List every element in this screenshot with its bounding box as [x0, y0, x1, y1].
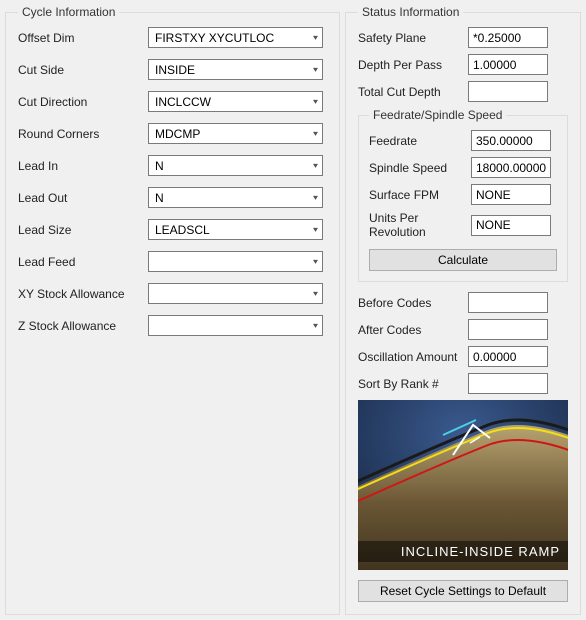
- sort-by-rank-label: Sort By Rank #: [358, 377, 468, 391]
- surface-fpm-input[interactable]: [471, 184, 551, 205]
- round-corners-label: Round Corners: [18, 127, 148, 141]
- cycle-information-legend: Cycle Information: [18, 5, 119, 19]
- spindle-speed-input[interactable]: [471, 157, 551, 178]
- safety-plane-label: Safety Plane: [358, 31, 468, 45]
- xy-stock-select[interactable]: [148, 283, 323, 304]
- cycle-information-group: Cycle Information Offset Dim FIRSTXY XYC…: [5, 5, 340, 615]
- spindle-speed-label: Spindle Speed: [369, 161, 471, 175]
- lead-out-label: Lead Out: [18, 191, 148, 205]
- units-per-rev-input[interactable]: [471, 215, 551, 236]
- lead-feed-label: Lead Feed: [18, 255, 148, 269]
- after-codes-input[interactable]: [468, 319, 548, 340]
- z-stock-select[interactable]: [148, 315, 323, 336]
- reset-cycle-button[interactable]: Reset Cycle Settings to Default: [358, 580, 568, 602]
- z-stock-label: Z Stock Allowance: [18, 319, 148, 333]
- cut-direction-select[interactable]: INCLCCW: [148, 91, 323, 112]
- oscillation-input[interactable]: [468, 346, 548, 367]
- status-information-legend: Status Information: [358, 5, 463, 19]
- feedrate-label: Feedrate: [369, 134, 471, 148]
- sort-by-rank-input[interactable]: [468, 373, 548, 394]
- feedrate-input[interactable]: [471, 130, 551, 151]
- depth-per-pass-label: Depth Per Pass: [358, 58, 468, 72]
- xy-stock-label: XY Stock Allowance: [18, 287, 148, 301]
- feedrate-spindle-legend: Feedrate/Spindle Speed: [369, 108, 506, 122]
- total-cut-depth-input[interactable]: [468, 81, 548, 102]
- offset-dim-select[interactable]: FIRSTXY XYCUTLOC: [148, 27, 323, 48]
- round-corners-select[interactable]: MDCMP: [148, 123, 323, 144]
- lead-size-select[interactable]: LEADSCL: [148, 219, 323, 240]
- lead-out-select[interactable]: N: [148, 187, 323, 208]
- before-codes-input[interactable]: [468, 292, 548, 313]
- surface-fpm-label: Surface FPM: [369, 188, 471, 202]
- lead-size-label: Lead Size: [18, 223, 148, 237]
- cut-side-label: Cut Side: [18, 63, 148, 77]
- feedrate-spindle-group: Feedrate/Spindle Speed Feedrate Spindle …: [358, 108, 568, 282]
- oscillation-label: Oscillation Amount: [358, 350, 468, 364]
- lead-in-label: Lead In: [18, 159, 148, 173]
- depth-per-pass-input[interactable]: [468, 54, 548, 75]
- status-information-group: Status Information Safety Plane Depth Pe…: [345, 5, 581, 615]
- offset-dim-label: Offset Dim: [18, 31, 148, 45]
- calculate-button[interactable]: Calculate: [369, 249, 557, 271]
- lead-feed-select[interactable]: [148, 251, 323, 272]
- cut-direction-label: Cut Direction: [18, 95, 148, 109]
- total-cut-depth-label: Total Cut Depth: [358, 85, 468, 99]
- after-codes-label: After Codes: [358, 323, 468, 337]
- before-codes-label: Before Codes: [358, 296, 468, 310]
- lead-in-select[interactable]: N: [148, 155, 323, 176]
- safety-plane-input[interactable]: [468, 27, 548, 48]
- preview-caption: INCLINE-INSIDE RAMP: [358, 541, 568, 562]
- units-per-rev-label: Units Per Revolution: [369, 211, 471, 239]
- preview-image: INCLINE-INSIDE RAMP: [358, 400, 568, 570]
- cut-side-select[interactable]: INSIDE: [148, 59, 323, 80]
